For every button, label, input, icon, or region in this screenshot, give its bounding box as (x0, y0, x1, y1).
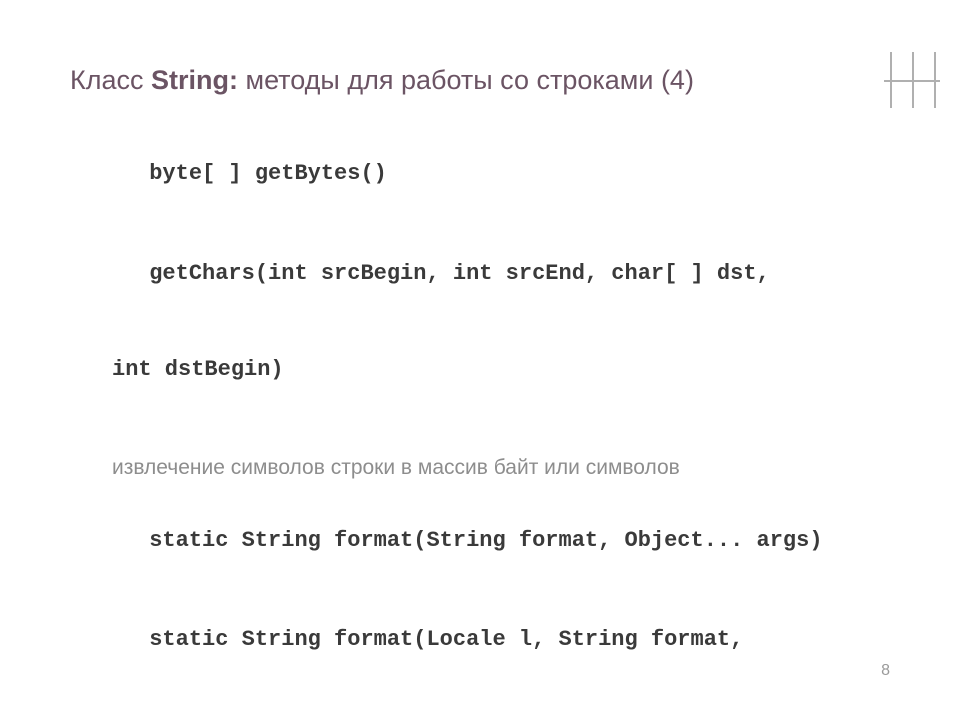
method-signature: static String format(Locale l, String fo… (70, 592, 890, 720)
code-line: int dstBegin) (70, 354, 890, 386)
title-suffix: методы для работы со строками (4) (238, 65, 694, 95)
code-line: getChars(int srcBegin, int srcEnd, char[… (149, 261, 770, 286)
page-number: 8 (881, 662, 890, 680)
title-bold: String: (151, 65, 238, 95)
slide-content: byte[ ] getBytes() getChars(int srcBegin… (70, 126, 890, 720)
code-line: byte[ ] getBytes() (149, 161, 387, 186)
slide-title: Класс String: методы для работы со строк… (70, 62, 890, 98)
method-description: извлечение символов строки в массив байт… (70, 453, 890, 482)
title-prefix: Класс (70, 65, 151, 95)
slide: Класс String: методы для работы со строк… (0, 0, 960, 720)
method-signature: static String format(String format, Obje… (70, 493, 890, 589)
code-line: static String format(Locale l, String fo… (149, 627, 743, 652)
code-line: static String format(String format, Obje… (149, 528, 822, 553)
method-signature: getChars(int srcBegin, int srcEnd, char[… (70, 226, 890, 449)
method-signature: byte[ ] getBytes() (70, 126, 890, 222)
decorative-grid-icon (884, 52, 940, 108)
